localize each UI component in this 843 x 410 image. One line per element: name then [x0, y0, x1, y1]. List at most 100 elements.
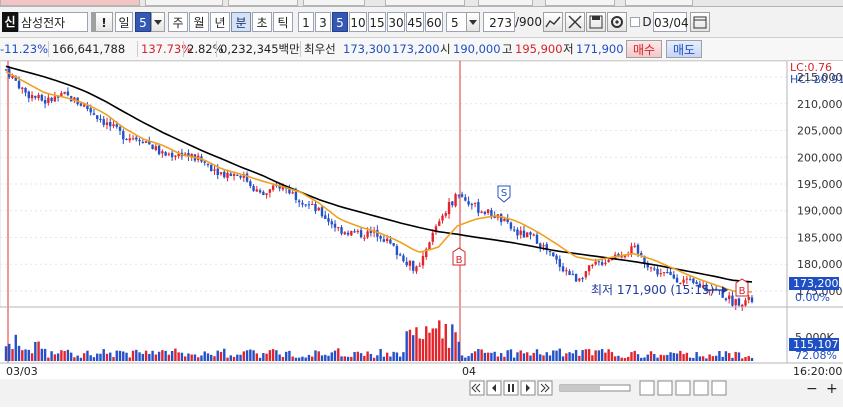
- candle: [568, 271, 571, 276]
- candle: [96, 115, 99, 119]
- volume-bar: [8, 343, 11, 361]
- volume-bar: [252, 350, 255, 361]
- volume-bar: [239, 354, 242, 361]
- top-strip-tab[interactable]: [145, 0, 223, 6]
- volume-bar: [372, 357, 376, 361]
- marker-b2-label: B: [739, 286, 746, 297]
- volume-bar: [115, 350, 118, 361]
- zoom-in-icon[interactable]: +: [826, 381, 838, 397]
- period-value[interactable]: 5: [135, 12, 151, 32]
- candle: [236, 174, 239, 176]
- minute-option-15[interactable]: 15: [368, 12, 386, 32]
- candle: [118, 126, 122, 131]
- volume-bar: [102, 349, 105, 361]
- minute-option-1[interactable]: 1: [298, 12, 314, 32]
- buy-button[interactable]: 매수: [626, 40, 662, 58]
- volume-bar: [50, 351, 53, 361]
- zoom-out-icon[interactable]: −: [806, 381, 818, 397]
- zoom-out-area-button[interactable]: [657, 380, 673, 396]
- top-strip-tab[interactable]: [478, 0, 533, 6]
- candle: [216, 168, 219, 176]
- alert-button[interactable]: !: [95, 12, 113, 32]
- volume-bar: [311, 356, 314, 361]
- candle: [597, 261, 601, 263]
- date-input[interactable]: 03/04: [653, 12, 689, 32]
- volume-bar: [447, 347, 451, 361]
- chevron-down-icon[interactable]: [151, 12, 165, 32]
- scroll-thumb[interactable]: [560, 385, 600, 391]
- volume-bar: [105, 353, 109, 361]
- date-checkbox[interactable]: [630, 17, 640, 27]
- minute-option-30[interactable]: 30: [387, 12, 405, 32]
- volume-bar: [258, 357, 262, 361]
- candle: [105, 122, 109, 125]
- volume-bar: [428, 332, 431, 361]
- top-strip-tab[interactable]: [625, 0, 693, 6]
- price-chart[interactable]: S B B 최저 171,900 (15:15) LC:0.76 HC:-20.…: [0, 60, 843, 407]
- candle: [630, 246, 633, 254]
- volume-bar: [141, 353, 145, 361]
- candle: [317, 207, 320, 211]
- minute-option-3[interactable]: 3: [315, 12, 331, 32]
- minute-option-60[interactable]: 60: [425, 12, 443, 32]
- candle: [4, 69, 8, 71]
- volume-bar: [92, 357, 96, 361]
- period-tab-second[interactable]: 초: [252, 12, 272, 32]
- volume-bar: [604, 352, 607, 361]
- period-tab-tick[interactable]: 틱: [273, 12, 293, 32]
- candle: [135, 137, 138, 140]
- volume-bar: [180, 352, 184, 361]
- volume-bar: [698, 356, 702, 361]
- volume-bar: [346, 356, 350, 361]
- candle: [82, 104, 86, 107]
- chart-icon[interactable]: [543, 12, 563, 32]
- chevron-down-icon[interactable]: [466, 12, 480, 32]
- volume-bar: [262, 353, 265, 361]
- candle: [86, 105, 89, 110]
- top-strip-tab[interactable]: [303, 0, 365, 6]
- volume-bar: [581, 350, 584, 361]
- period-tab-minute[interactable]: 분: [231, 12, 251, 32]
- top-strip-tab[interactable]: [0, 0, 140, 6]
- save-icon[interactable]: [586, 12, 606, 32]
- sell-button[interactable]: 매도: [666, 40, 702, 58]
- volume-bar: [304, 357, 307, 361]
- window-button[interactable]: [675, 380, 691, 396]
- volume-bar: [412, 335, 415, 361]
- volume-bar: [649, 351, 653, 361]
- volume-bar: [43, 348, 47, 361]
- stock-name-field[interactable]: 삼성전자: [18, 12, 88, 32]
- gear-icon[interactable]: [607, 12, 627, 32]
- minute-option-10[interactable]: 10: [349, 12, 367, 32]
- top-strip-tab[interactable]: [545, 0, 615, 6]
- candle: [526, 232, 529, 238]
- candle: [731, 295, 734, 306]
- candle: [170, 152, 174, 158]
- data-count-input[interactable]: 273: [483, 12, 515, 32]
- candle: [460, 194, 464, 197]
- candle: [750, 297, 754, 302]
- period-tab-year[interactable]: 년: [210, 12, 230, 32]
- candle: [490, 210, 493, 217]
- fit-button[interactable]: [711, 380, 727, 396]
- calendar-icon[interactable]: [690, 12, 710, 32]
- period-tab-week[interactable]: 주: [168, 12, 188, 32]
- chart-navigator[interactable]: − +: [0, 379, 843, 407]
- minute-option-5[interactable]: 5: [332, 12, 348, 32]
- period-tab-month[interactable]: 월: [189, 12, 209, 32]
- volume-bar: [506, 350, 509, 361]
- minute-option-45[interactable]: 45: [406, 12, 424, 32]
- price-chart-svg[interactable]: S B B 최저 171,900 (15:15) LC:0.76 HC:-20.…: [0, 60, 843, 407]
- top-strip-tab[interactable]: [228, 0, 298, 6]
- scroll-pause-button[interactable]: [503, 380, 519, 396]
- low-price: 171,900: [576, 42, 624, 56]
- zoom-area-button[interactable]: [639, 380, 655, 396]
- period-label: 일: [115, 12, 133, 32]
- scale-button[interactable]: [693, 380, 709, 396]
- candle: [109, 122, 112, 127]
- volume-bar: [359, 353, 363, 361]
- top-strip-tab[interactable]: [385, 0, 465, 6]
- change-percent: -11.23%: [0, 42, 48, 56]
- volume-bar: [148, 353, 151, 361]
- tools-icon[interactable]: [565, 12, 585, 32]
